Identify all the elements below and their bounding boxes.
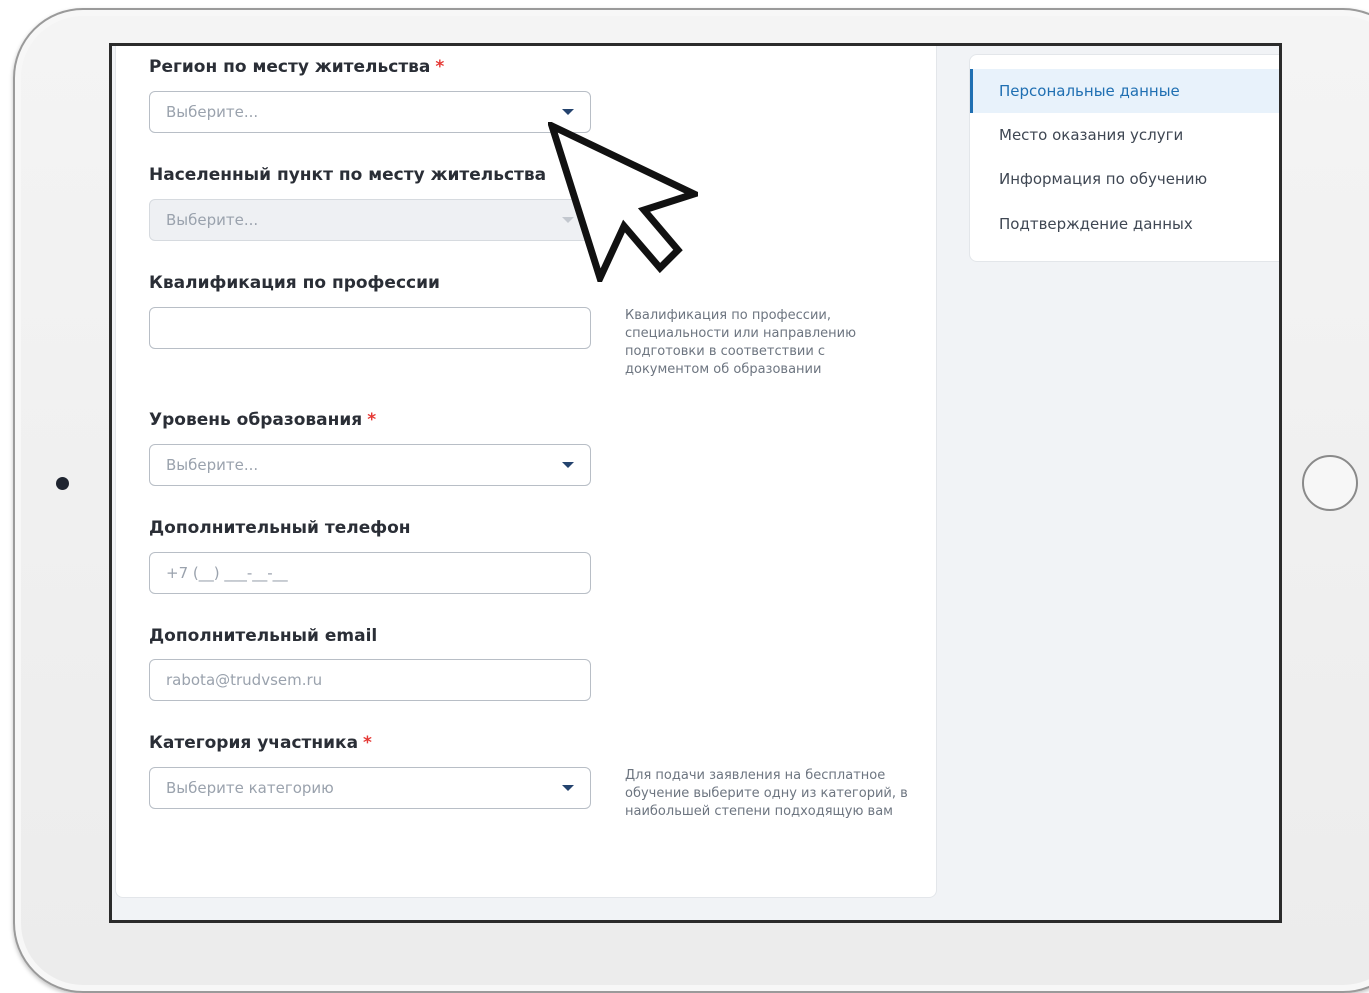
nav-item-personal-data[interactable]: Персональные данные (970, 69, 1279, 113)
home-button[interactable] (1302, 455, 1358, 511)
nav-item-service-location[interactable]: Место оказания услуги (970, 113, 1279, 157)
extra-email-input[interactable]: rabota@trudvsem.ru (149, 659, 591, 701)
qualification-hint: Квалификация по профессии, специальности… (625, 308, 857, 377)
form-card: Регион по месту жительства * Выберите... … (115, 46, 937, 898)
chevron-down-icon (562, 109, 574, 115)
extra-email-label: Дополнительный email (149, 626, 378, 646)
required-mark: * (435, 57, 445, 77)
chevron-down-icon (562, 462, 574, 468)
locality-select-placeholder: Выберите... (166, 211, 259, 229)
nav-item-training-info[interactable]: Информация по обучению (970, 157, 1279, 201)
extra-phone-placeholder: +7 (__) ___-__-__ (166, 564, 288, 582)
nav-item-data-confirmation[interactable]: Подтверждение данных (970, 202, 1279, 246)
participant-category-label: Категория участника * (149, 733, 372, 753)
education-level-select[interactable]: Выберите... (149, 444, 591, 486)
qualification-label: Квалификация по профессии (149, 273, 440, 293)
qualification-input[interactable] (149, 307, 591, 349)
education-level-placeholder: Выберите... (166, 456, 259, 474)
extra-email-placeholder: rabota@trudvsem.ru (166, 671, 323, 689)
locality-label: Населенный пункт по месту жительства (149, 165, 547, 185)
participant-category-select[interactable]: Выберите категорию (149, 767, 591, 809)
region-select[interactable]: Выберите... (149, 91, 591, 133)
education-level-label: Уровень образования * (149, 410, 377, 430)
locality-select[interactable]: Выберите... (149, 199, 591, 241)
participant-category-placeholder: Выберите категорию (166, 779, 334, 797)
extra-phone-label: Дополнительный телефон (149, 518, 411, 538)
region-label: Регион по месту жительства * (149, 57, 445, 77)
required-mark: * (363, 733, 372, 753)
chevron-down-icon (562, 785, 574, 791)
extra-phone-input[interactable]: +7 (__) ___-__-__ (149, 552, 591, 594)
participant-category-hint: Для подачи заявления на бесплатное обуче… (625, 768, 908, 819)
section-nav: Персональные данные Место оказания услуг… (969, 54, 1279, 262)
region-select-placeholder: Выберите... (166, 103, 259, 121)
mouse-pointer-icon (548, 122, 698, 282)
camera-dot (56, 477, 69, 490)
required-mark: * (367, 410, 377, 430)
